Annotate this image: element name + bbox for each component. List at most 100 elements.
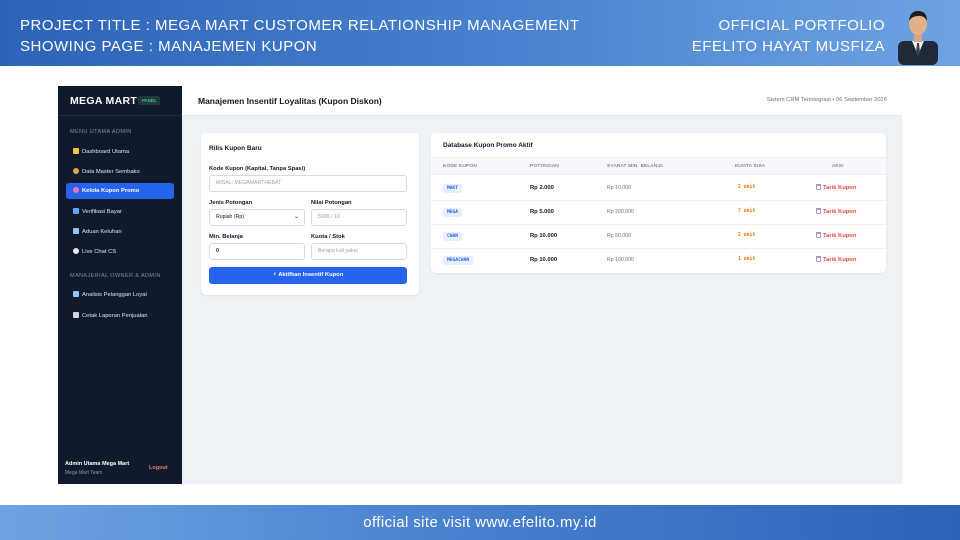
th-cut: POTONGAN xyxy=(530,164,559,169)
table-row: MAKT Rp 2.000 Rp 10.000 2 unit Tarik Kup… xyxy=(431,177,886,201)
logout-button[interactable]: Logout xyxy=(149,465,168,471)
sidebar-item-label: Kelola Kupon Promo xyxy=(82,188,140,194)
sidebar: MEGA MART PANEL MENU UTAMA ADMIN Dashboa… xyxy=(58,86,182,484)
box-icon xyxy=(73,168,79,174)
sidebar-item-label: Analisis Pelanggan Loyal xyxy=(82,292,147,298)
coupon-quota: 1 unit xyxy=(738,257,756,262)
coupon-code: MEGACHAN xyxy=(443,256,474,265)
withdraw-label: Tarik Kupon xyxy=(823,257,857,263)
th-quota: KUOTA SISA xyxy=(735,164,766,169)
user-team: Mega Mart Team xyxy=(65,470,103,476)
trash-icon xyxy=(816,232,821,238)
type-select[interactable]: Rupiah (Rp) ⌄ xyxy=(209,209,305,226)
print-icon xyxy=(73,312,79,318)
withdraw-coupon-button[interactable]: Tarik Kupon xyxy=(816,208,856,215)
sidebar-item-label: Live Chat CS xyxy=(82,249,117,255)
trash-icon xyxy=(816,208,821,214)
sidebar-item-aduan[interactable]: Aduan Keluhan xyxy=(66,224,174,240)
quota-input[interactable]: Berapa kali pakai xyxy=(311,243,407,260)
card-icon xyxy=(73,208,79,214)
showing-page: SHOWING PAGE : MANAJEMEN KUPON xyxy=(20,38,318,55)
coupon-cut: Rp 5.000 xyxy=(530,209,554,215)
activate-coupon-button[interactable]: ⚡ Aktifkan Insentif Kupon xyxy=(209,267,407,284)
chevron-down-icon: ⌄ xyxy=(293,214,299,220)
coupon-quota: 2 unit xyxy=(738,185,756,190)
type-label: Jenis Potongan xyxy=(209,200,253,206)
coupon-table-card: Database Kupon Promo Aktif KODE KUPON PO… xyxy=(431,133,886,273)
sidebar-brand-row: MEGA MART PANEL xyxy=(58,86,182,116)
table-row: MEGACHAN Rp 10.000 Rp 100.000 1 unit Tar… xyxy=(431,249,886,273)
panel-badge: PANEL xyxy=(138,96,161,105)
coupon-cut: Rp 2.000 xyxy=(530,185,554,191)
withdraw-label: Tarik Kupon xyxy=(823,185,857,191)
project-title: PROJECT TITLE : MEGA MART CUSTOMER RELAT… xyxy=(20,17,580,34)
portfolio-label: OFFICIAL PORTFOLIO xyxy=(718,17,885,34)
sidebar-item-label: Cetak Laporan Penjualan xyxy=(82,313,148,319)
th-action: AKSI xyxy=(832,164,844,169)
system-info: Sistem CRM Terintegrasi • 06 September 2… xyxy=(766,97,887,103)
sidebar-item-dashboard[interactable]: Dashboard Utama xyxy=(66,144,174,160)
sidebar-item-label: Dashboard Utama xyxy=(82,149,130,155)
author-avatar xyxy=(898,11,938,65)
sidebar-item-live-chat[interactable]: Live Chat CS xyxy=(66,244,174,260)
portfolio-footer: official site visit www.efelito.my.id xyxy=(0,505,960,540)
sidebar-item-analisis[interactable]: Analisis Pelanggan Loyal xyxy=(66,287,174,303)
form-title: Rilis Kupon Baru xyxy=(209,145,262,152)
trash-icon xyxy=(816,256,821,262)
inbox-icon xyxy=(73,228,79,234)
withdraw-coupon-button[interactable]: Tarik Kupon xyxy=(816,232,856,239)
coupon-min: Rp 100.000 xyxy=(607,257,634,263)
brand-logo: MEGA MART xyxy=(70,95,138,107)
amount-label: Nilai Potongan xyxy=(311,200,352,206)
th-min: SYARAT MIN. BELANJA xyxy=(607,164,664,169)
coupon-code: MAKT xyxy=(443,184,463,193)
app-window: MEGA MART PANEL MENU UTAMA ADMIN Dashboa… xyxy=(58,86,902,484)
ticket-icon xyxy=(73,187,79,193)
coupon-code: MEGA xyxy=(443,208,463,217)
quota-label: Kuota / Stok xyxy=(311,234,345,240)
coupon-min: Rp 10.000 xyxy=(607,185,631,191)
sidebar-item-laporan[interactable]: Cetak Laporan Penjualan xyxy=(66,308,174,324)
coupon-cut: Rp 10.000 xyxy=(530,233,558,239)
trash-icon xyxy=(816,184,821,190)
chart-icon xyxy=(73,291,79,297)
chat-icon xyxy=(73,248,79,254)
sidebar-item-kupon[interactable]: Kelola Kupon Promo xyxy=(66,183,174,199)
table-header: KODE KUPON POTONGAN SYARAT MIN. BELANJA … xyxy=(431,157,886,175)
portfolio-header: PROJECT TITLE : MEGA MART CUSTOMER RELAT… xyxy=(0,0,960,66)
page-title: Manajemen Insentif Loyalitas (Kupon Disk… xyxy=(198,96,382,106)
project-info: PROJECT TITLE : MEGA MART CUSTOMER RELAT… xyxy=(20,15,580,57)
coupon-code: CHAN xyxy=(443,232,463,241)
table-row: MEGA Rp 5.000 Rp 200.000 7 unit Tarik Ku… xyxy=(431,201,886,225)
user-name: Admin Utama Mega Mart xyxy=(65,461,130,467)
table-title: Database Kupon Promo Aktif xyxy=(443,142,533,149)
coupon-form-card: Rilis Kupon Baru Kode Kupon (Kapital, Ta… xyxy=(201,133,419,295)
sidebar-item-data-master[interactable]: Data Master Sembako xyxy=(66,164,174,180)
sidebar-item-label: Aduan Keluhan xyxy=(82,229,122,235)
menu-heading-admin: MENU UTAMA ADMIN xyxy=(70,129,132,135)
coupon-quota: 7 unit xyxy=(738,209,756,214)
table-row: CHAN Rp 10.000 Rp 50.000 2 unit Tarik Ku… xyxy=(431,225,886,249)
amount-input[interactable]: 5000 / 10 xyxy=(311,209,407,226)
type-select-value: Rupiah (Rp) xyxy=(216,214,244,220)
withdraw-label: Tarik Kupon xyxy=(823,233,857,239)
coupon-cut: Rp 10.000 xyxy=(530,257,558,263)
code-label: Kode Kupon (Kapital, Tanpa Spasi) xyxy=(209,166,306,172)
withdraw-label: Tarik Kupon xyxy=(823,209,857,215)
withdraw-coupon-button[interactable]: Tarik Kupon xyxy=(816,184,856,191)
min-label: Min. Belanja xyxy=(209,234,243,240)
chart-icon xyxy=(73,148,79,154)
coupon-min: Rp 200.000 xyxy=(607,209,634,215)
code-input[interactable]: MISAL: MEGAMARTHEBAT xyxy=(209,175,407,192)
sidebar-item-verifikasi[interactable]: Verifikasi Bayar xyxy=(66,204,174,220)
topbar: Manajemen Insentif Loyalitas (Kupon Disk… xyxy=(182,86,902,116)
coupon-min: Rp 50.000 xyxy=(607,233,631,239)
menu-heading-owner: MANAJERIAL OWNER & ADMIN xyxy=(70,273,161,279)
author-name: EFELITO HAYAT MUSFIZA xyxy=(691,38,885,55)
min-input[interactable]: 0 xyxy=(209,243,305,260)
withdraw-coupon-button[interactable]: Tarik Kupon xyxy=(816,256,856,263)
coupon-quota: 2 unit xyxy=(738,233,756,238)
th-code: KODE KUPON xyxy=(443,164,477,169)
sidebar-item-label: Data Master Sembako xyxy=(82,169,140,175)
user-box: Admin Utama Mega Mart Mega Mart Team Log… xyxy=(58,459,182,484)
